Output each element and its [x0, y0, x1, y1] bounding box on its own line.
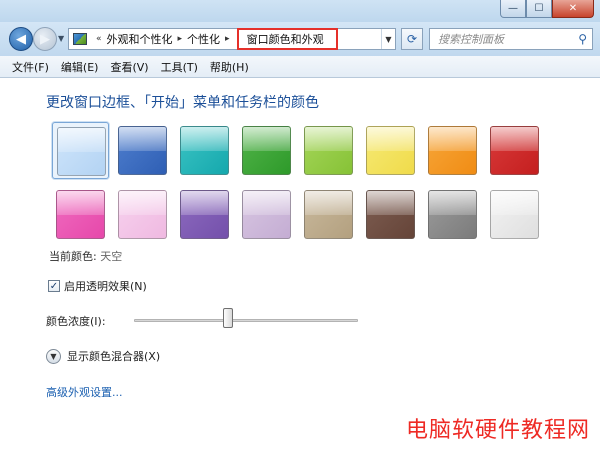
swatch-gloss — [119, 191, 166, 215]
current-color-label: 当前颜色: — [49, 250, 97, 263]
current-color-value: 天空 — [100, 250, 123, 263]
color-swatch-tile — [118, 190, 167, 239]
search-box: ⚲ — [429, 28, 593, 50]
menu-edit[interactable]: 编辑(E) — [55, 59, 105, 75]
minimize-button[interactable]: — — [500, 0, 526, 18]
swatch-gloss — [429, 191, 476, 215]
swatch-gloss — [181, 191, 228, 215]
swatch-gloss — [243, 191, 290, 215]
swatch-gloss — [305, 191, 352, 215]
swatch-gloss — [491, 127, 538, 151]
color-swatch-tile — [304, 190, 353, 239]
color-swatch-tile — [242, 126, 291, 175]
swatch-gloss — [58, 128, 105, 152]
swatch-gloss — [429, 127, 476, 151]
color-swatch[interactable] — [424, 186, 481, 243]
color-swatch-tile — [428, 126, 477, 175]
breadcrumb-separator-icon[interactable]: ▸ — [178, 34, 183, 44]
back-arrow-icon: ◀ — [16, 31, 26, 47]
color-swatch-tile — [490, 126, 539, 175]
color-intensity-label: 颜色浓度(I): — [46, 315, 106, 328]
forward-button[interactable]: ▶ — [33, 27, 57, 51]
color-swatch-tile — [428, 190, 477, 239]
navigation-bar: ◀ ▶ ▼ « 外观和个性化 ▸ 个性化 ▸ 窗口颜色和外观 ▼ ⟳ ⚲ — [0, 22, 600, 56]
breadcrumb-appearance[interactable]: 外观和个性化 — [107, 31, 173, 47]
control-panel-icon — [73, 33, 87, 45]
color-swatch[interactable] — [238, 122, 295, 179]
swatch-gloss — [367, 127, 414, 151]
color-swatch[interactable] — [238, 186, 295, 243]
color-swatch-tile — [57, 127, 106, 176]
color-swatch-tile — [366, 126, 415, 175]
close-button[interactable]: ✕ — [552, 0, 594, 18]
address-bar[interactable]: « 外观和个性化 ▸ 个性化 ▸ 窗口颜色和外观 ▼ — [68, 28, 396, 50]
color-swatch-tile — [180, 126, 229, 175]
color-swatch[interactable] — [486, 122, 543, 179]
color-swatch[interactable] — [114, 186, 171, 243]
color-swatch[interactable] — [300, 122, 357, 179]
breadcrumb-window-color[interactable]: 窗口颜色和外观 — [236, 28, 338, 50]
transparency-label: 启用透明效果(N) — [64, 280, 147, 293]
swatch-gloss — [305, 127, 352, 151]
swatch-gloss — [181, 127, 228, 151]
color-swatch[interactable] — [362, 186, 419, 243]
menu-help[interactable]: 帮助(H) — [204, 59, 255, 75]
swatch-gloss — [57, 191, 104, 215]
chevron-down-icon[interactable]: ▼ — [46, 348, 61, 364]
recent-pages-dropdown-icon[interactable]: ▼ — [58, 34, 64, 43]
watermark: 电脑软硬件教程网 — [405, 418, 590, 443]
breadcrumb-personalization[interactable]: 个性化 — [187, 31, 220, 47]
menu-bar: 文件(F) 编辑(E) 查看(V) 工具(T) 帮助(H) — [0, 56, 600, 78]
maximize-button[interactable]: ☐ — [526, 0, 552, 18]
breadcrumb-separator-icon[interactable]: ▸ — [225, 34, 230, 44]
slider-thumb[interactable] — [223, 308, 234, 328]
color-swatch[interactable] — [424, 122, 481, 179]
color-swatch[interactable] — [176, 186, 233, 243]
current-color: 当前颜色: 天空 — [49, 248, 122, 264]
transparency-option[interactable]: ✓ 启用透明效果(N) — [48, 278, 147, 294]
search-icon[interactable]: ⚲ — [578, 32, 587, 46]
page-title: 更改窗口边框、「开始」菜单和任务栏的颜色 — [46, 95, 319, 111]
menu-file[interactable]: 文件(F) — [6, 59, 55, 75]
breadcrumb-overflow-icon[interactable]: « — [96, 34, 102, 44]
color-swatch-tile — [180, 190, 229, 239]
menu-view[interactable]: 查看(V) — [104, 59, 154, 75]
color-swatch-tile — [118, 126, 167, 175]
color-mixer-label: 显示颜色混合器(X) — [67, 350, 161, 363]
color-swatch[interactable] — [114, 122, 171, 179]
forward-arrow-icon: ▶ — [40, 31, 50, 47]
transparency-checkbox[interactable]: ✓ — [48, 280, 60, 292]
swatch-gloss — [491, 191, 538, 215]
search-input[interactable] — [430, 30, 570, 48]
main-content: 更改窗口边框、「开始」菜单和任务栏的颜色 当前颜色: 天空 ✓ 启用透明效果(N… — [0, 78, 600, 454]
color-swatch[interactable] — [52, 122, 109, 179]
address-dropdown-icon[interactable]: ▼ — [381, 29, 395, 49]
swatch-gloss — [119, 127, 166, 151]
window-controls: — ☐ ✕ — [500, 0, 594, 18]
color-swatch[interactable] — [486, 186, 543, 243]
back-button[interactable]: ◀ — [9, 27, 33, 51]
color-swatch-tile — [304, 126, 353, 175]
color-swatch-tile — [366, 190, 415, 239]
color-swatch[interactable] — [300, 186, 357, 243]
swatch-gloss — [367, 191, 414, 215]
swatch-gloss — [243, 127, 290, 151]
color-mixer-toggle[interactable]: ▼ 显示颜色混合器(X) — [46, 348, 160, 364]
refresh-icon: ⟳ — [406, 32, 418, 46]
color-swatch-tile — [490, 190, 539, 239]
color-swatch-tile — [242, 190, 291, 239]
menu-tools[interactable]: 工具(T) — [155, 59, 204, 75]
color-swatch[interactable] — [176, 122, 233, 179]
color-swatch[interactable] — [362, 122, 419, 179]
color-swatch[interactable] — [52, 186, 109, 243]
advanced-appearance-link[interactable]: 高级外观设置... — [46, 384, 123, 400]
color-intensity-slider[interactable] — [134, 319, 358, 322]
refresh-button[interactable]: ⟳ — [401, 28, 423, 50]
color-swatch-tile — [56, 190, 105, 239]
